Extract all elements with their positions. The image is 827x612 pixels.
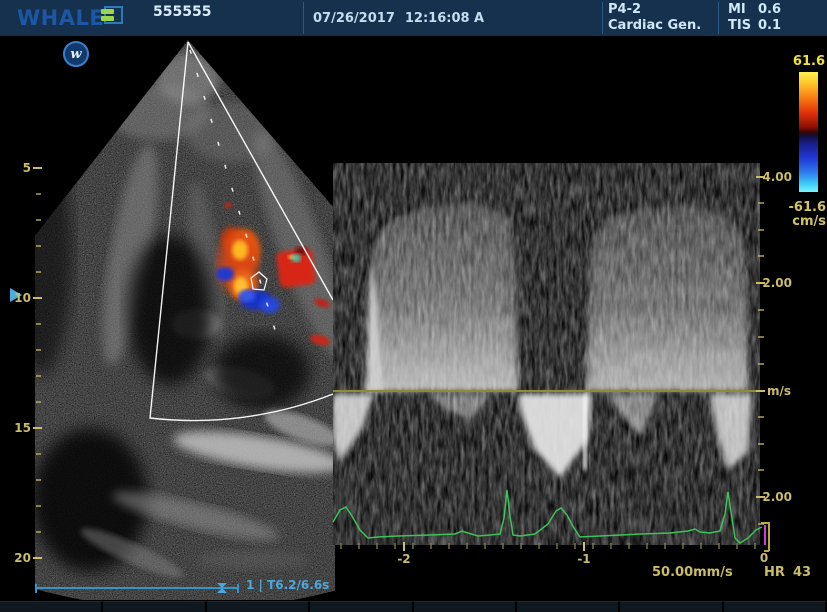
- header-divider: [303, 2, 304, 34]
- time-label-zero: 0: [752, 551, 776, 565]
- mi-value: 0.6: [758, 2, 781, 18]
- colorbar-min-label: -61.6: [782, 200, 826, 215]
- date-text: 07/26/2017: [313, 11, 395, 26]
- menu-segment-3[interactable]: [207, 601, 310, 612]
- depth-label-10: 10: [8, 291, 31, 305]
- header-divider: [602, 2, 603, 34]
- velocity-label-4: 4.00: [752, 170, 792, 184]
- velocity-label-2: 2.00: [752, 276, 792, 290]
- probe-name: P4-2: [608, 2, 701, 18]
- sweep-marker: [764, 525, 766, 545]
- patient-id-field[interactable]: 555555: [153, 4, 211, 20]
- preset-name: Cardiac Gen.: [608, 18, 701, 34]
- spectral-display[interactable]: [333, 163, 760, 545]
- velocity-unit-label: m/s: [767, 384, 797, 398]
- watermark-logo: w: [63, 41, 89, 67]
- menu-segment-6[interactable]: [517, 601, 620, 612]
- header-divider: [718, 2, 719, 34]
- depth-label-5: 5: [8, 161, 31, 175]
- colorbar-unit-label: cm/s: [782, 214, 826, 229]
- time-label-neg1: -1: [572, 552, 596, 566]
- heart-rate-label: HR: [764, 565, 785, 580]
- menu-segment-2[interactable]: [103, 601, 206, 612]
- menu-segment-4[interactable]: [310, 601, 413, 612]
- velocity-label-neg2: 2.00: [752, 490, 792, 504]
- bottom-menu-bar: [0, 601, 827, 612]
- brand-logo: WHALE: [17, 6, 104, 30]
- time-label-neg2: -2: [392, 552, 416, 566]
- menu-segment-7[interactable]: [620, 601, 723, 612]
- menu-segment-8[interactable]: [724, 601, 827, 612]
- color-scale-bar: [799, 72, 818, 192]
- brand-icon: [99, 4, 125, 30]
- cine-frame-label: 1 | T6.2/6.6s: [246, 578, 329, 592]
- tis-value: 0.1: [758, 18, 781, 34]
- datetime-display: 07/26/2017 12:16:08 A: [313, 11, 494, 26]
- probe-display: P4-2 Cardiac Gen.: [608, 2, 701, 34]
- menu-segment-1[interactable]: [0, 601, 103, 612]
- depth-label-20: 20: [8, 551, 31, 565]
- acoustic-output-display: MI0.6 TIS0.1: [728, 2, 781, 34]
- depth-label-15: 15: [8, 421, 31, 435]
- sweep-speed-label: 50.00mm/s: [652, 565, 733, 580]
- imaging-graphics: [0, 0, 827, 612]
- header-bar: WHALE 555555 07/26/2017 12:16:08 A P4-2 C…: [0, 0, 827, 36]
- menu-segment-5[interactable]: [414, 601, 517, 612]
- tis-label: TIS: [728, 18, 758, 34]
- heart-rate-value: 43: [793, 565, 811, 580]
- mi-label: MI: [728, 2, 758, 18]
- ultrasound-screen: WHALE 555555 07/26/2017 12:16:08 A P4-2 C…: [0, 0, 827, 612]
- time-text: 12:16:08 A: [405, 11, 484, 26]
- colorbar-max-label: 61.6: [785, 54, 825, 69]
